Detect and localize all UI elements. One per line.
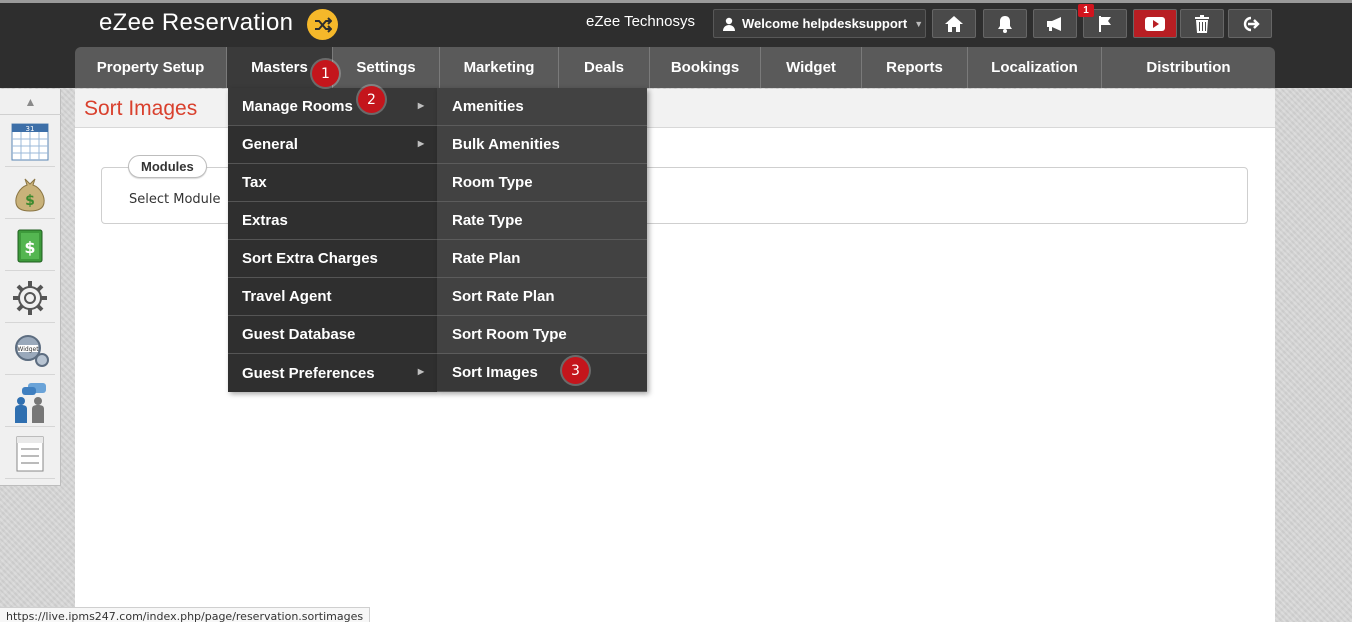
menu-item-label: Guest Database — [242, 326, 356, 343]
step-marker-3: 3 — [562, 357, 589, 384]
menu-item-label: Sort Extra Charges — [242, 250, 378, 267]
calendar-icon[interactable]: 31 — [5, 117, 55, 167]
menu-item-label: General — [242, 136, 298, 153]
menu-item-rate-plan[interactable]: Rate Plan — [437, 240, 647, 278]
nav-deals[interactable]: Deals — [559, 47, 650, 88]
user-icon — [723, 17, 735, 31]
nav-bookings[interactable]: Bookings — [650, 47, 761, 88]
page-title: Sort Images — [84, 97, 198, 120]
caret-right-icon: ▶ — [417, 139, 424, 148]
header-top-edge — [0, 0, 1352, 3]
menu-item-sort-extra-charges[interactable]: Sort Extra Charges — [228, 240, 437, 278]
menu-item-label: Tax — [242, 174, 267, 191]
bell-icon[interactable] — [983, 9, 1027, 38]
select-module-label: Select Module — [129, 192, 221, 207]
nav-widget[interactable]: Widget — [761, 47, 862, 88]
menu-item-label: Travel Agent — [242, 288, 332, 305]
menu-item-sort-room-type[interactable]: Sort Room Type — [437, 316, 647, 354]
menu-item-guest-database[interactable]: Guest Database — [228, 316, 437, 354]
menu-item-travel-agent[interactable]: Travel Agent — [228, 278, 437, 316]
menu-item-rate-type[interactable]: Rate Type — [437, 202, 647, 240]
menu-item-sort-rate-plan[interactable]: Sort Rate Plan — [437, 278, 647, 316]
nav-distribution[interactable]: Distribution — [1102, 47, 1275, 88]
menu-item-label: Guest Preferences — [242, 364, 375, 382]
notification-badge: 1 — [1078, 4, 1094, 17]
shuffle-icon[interactable] — [307, 9, 338, 40]
menu-item-label: Manage Rooms — [242, 98, 353, 115]
status-bar-url: https://live.ipms247.com/index.php/page/… — [0, 607, 371, 622]
gear-icon[interactable] — [5, 273, 55, 323]
menu-item-tax[interactable]: Tax — [228, 164, 437, 202]
menu-item-amenities[interactable]: Amenities — [437, 88, 647, 126]
dollar-note-icon[interactable]: $ — [5, 221, 55, 271]
left-sidebar: ▲ 31 $ $ Widget — [0, 89, 61, 486]
megaphone-icon[interactable] — [1033, 9, 1077, 38]
menu-item-label: Extras — [242, 212, 288, 229]
manage-rooms-submenu: Amenities Bulk Amenities Room Type Rate … — [437, 88, 647, 392]
step-marker-1: 1 — [312, 60, 339, 87]
menu-item-sort-images[interactable]: Sort Images — [437, 354, 647, 392]
menu-item-room-type[interactable]: Room Type — [437, 164, 647, 202]
nav-reports[interactable]: Reports — [862, 47, 968, 88]
nav-settings[interactable]: Settings — [333, 47, 440, 88]
user-menu-button[interactable]: Welcome helpdesksupport ▼ — [713, 9, 926, 38]
scroll-up-icon[interactable]: ▲ — [0, 89, 61, 115]
svg-text:$: $ — [25, 193, 35, 209]
main-nav: Property Setup Masters Settings Marketin… — [75, 47, 1275, 88]
widget-gear-icon[interactable]: Widget — [5, 325, 55, 375]
menu-item-bulk-amenities[interactable]: Bulk Amenities — [437, 126, 647, 164]
menu-item-manage-rooms[interactable]: Manage Rooms ▶ — [228, 88, 437, 126]
home-icon[interactable] — [932, 9, 976, 38]
users-chat-icon[interactable] — [5, 377, 55, 427]
caret-right-icon: ▶ — [417, 101, 424, 110]
svg-text:Widget: Widget — [17, 346, 39, 353]
welcome-text: Welcome helpdesksupport — [742, 16, 908, 31]
menu-item-guest-preferences[interactable]: Guest Preferences ▶ — [228, 354, 437, 392]
step-marker-2: 2 — [358, 86, 385, 113]
youtube-icon[interactable] — [1133, 9, 1177, 38]
company-name: eZee Technosys — [586, 13, 695, 30]
caret-right-icon: ▶ — [417, 367, 424, 376]
nav-localization[interactable]: Localization — [968, 47, 1102, 88]
calendar-day: 31 — [26, 125, 35, 133]
modules-label: Modules — [128, 155, 207, 178]
menu-item-general[interactable]: General ▶ — [228, 126, 437, 164]
money-bag-icon[interactable]: $ — [5, 169, 55, 219]
logout-icon[interactable] — [1228, 9, 1272, 38]
masters-dropdown: Manage Rooms ▶ General ▶ Tax Extras Sort E… — [228, 88, 437, 392]
nav-property-setup[interactable]: Property Setup — [75, 47, 227, 88]
menu-item-extras[interactable]: Extras — [228, 202, 437, 240]
svg-text:$: $ — [24, 238, 35, 257]
nav-marketing[interactable]: Marketing — [440, 47, 559, 88]
task-list-icon[interactable] — [5, 429, 55, 479]
chevron-down-icon: ▼ — [914, 18, 924, 29]
app-title: eZee Reservation — [99, 9, 294, 36]
trash-icon[interactable] — [1180, 9, 1224, 38]
